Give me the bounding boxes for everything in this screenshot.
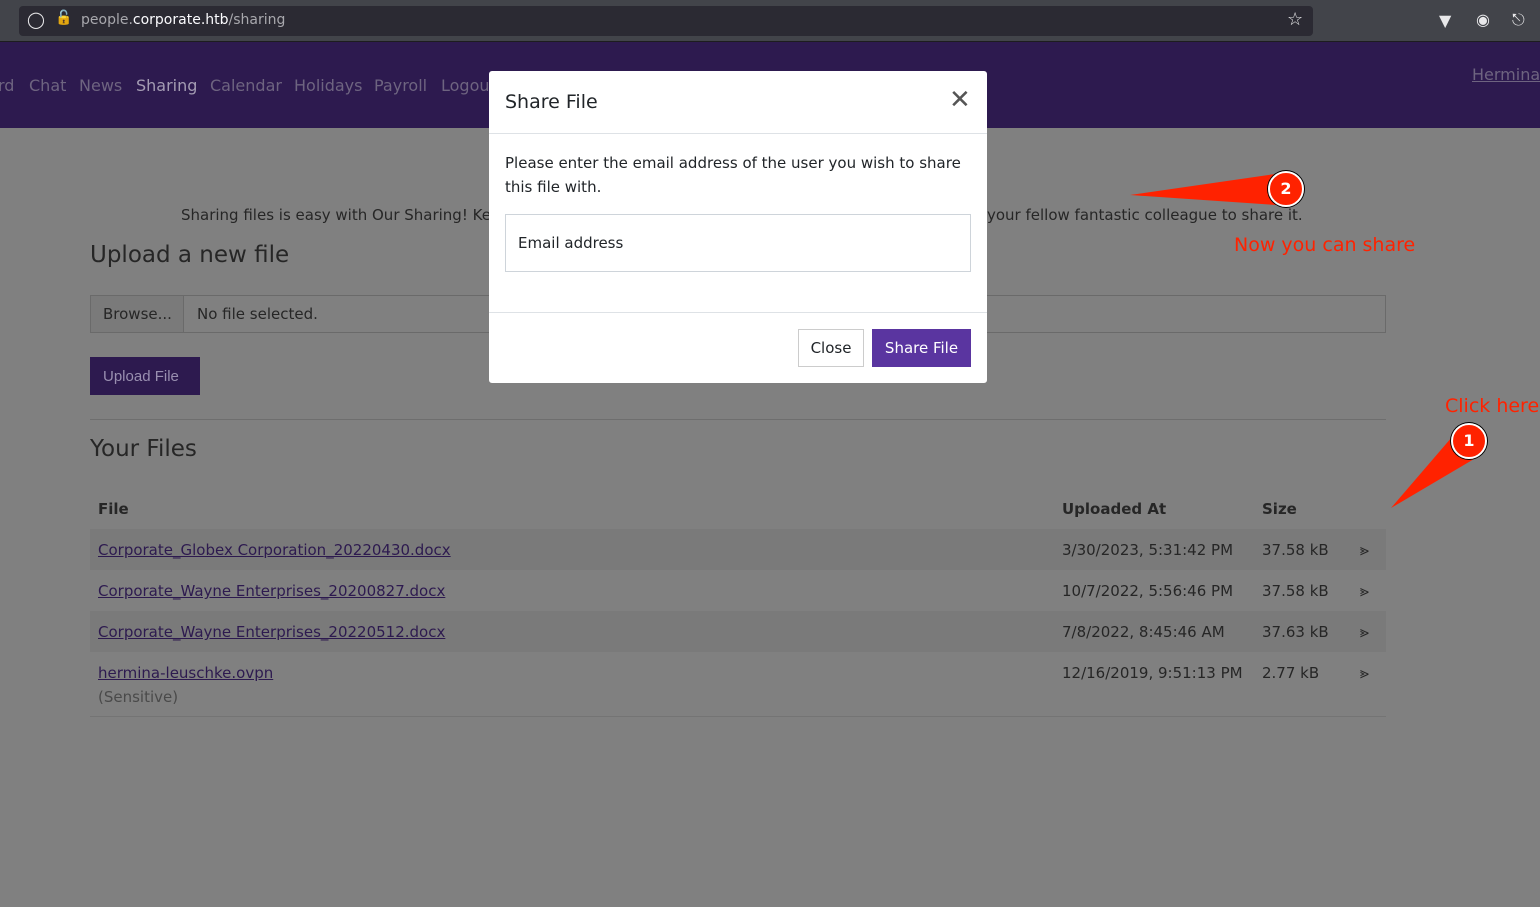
annotation-badge-1: 1 <box>1451 423 1487 459</box>
annotation-arrows <box>1130 173 1474 508</box>
annotation-label-2: Now you can share <box>1234 234 1416 256</box>
annotation-badge-2: 2 <box>1268 171 1304 207</box>
annotation-arrow-2 <box>1130 173 1282 205</box>
annotation-label-1: Click here <box>1445 395 1540 417</box>
